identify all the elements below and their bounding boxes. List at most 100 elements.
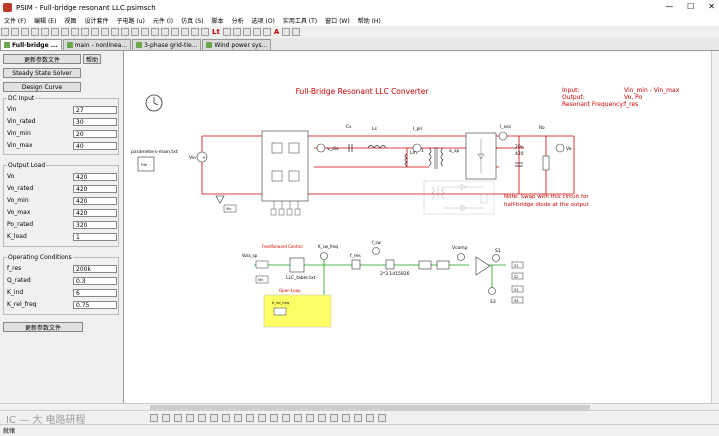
mosfet-icon[interactable] — [222, 414, 230, 422]
param-field-vo-max[interactable]: 420 — [73, 208, 117, 217]
param-field-k-rel-freq[interactable]: 0.75 — [73, 300, 117, 309]
s1-meter[interactable]: S1 — [492, 248, 501, 262]
library-icon[interactable] — [201, 28, 209, 36]
resistor-icon[interactable] — [162, 414, 170, 422]
vin-probe-bottom[interactable]: Vin — [215, 195, 237, 213]
output-rectifier[interactable] — [465, 132, 497, 180]
param-field-vin-rated[interactable]: 30 — [73, 117, 117, 126]
modulator-blocks[interactable] — [385, 259, 450, 270]
stop-icon[interactable] — [242, 28, 251, 36]
switch-controller-icon[interactable] — [306, 414, 314, 422]
dc-source-icon[interactable] — [258, 414, 266, 422]
run-icon[interactable] — [222, 28, 231, 36]
label-icon[interactable] — [161, 28, 169, 36]
pause-icon[interactable] — [232, 28, 241, 36]
gate-output-labels[interactable]: S1 S2 S3 S4 — [511, 261, 524, 304]
zoom-fit-icon[interactable] — [121, 28, 129, 36]
update-param-file-button[interactable]: 更新参数文件 — [3, 54, 81, 64]
maximize-button[interactable]: ☐ — [687, 2, 694, 11]
fsw-meter[interactable]: f_sw — [372, 240, 381, 255]
rotate-icon[interactable] — [171, 28, 179, 36]
label-element-icon[interactable] — [366, 414, 374, 422]
text-button[interactable]: A — [274, 28, 279, 36]
zoom-in-icon[interactable] — [101, 28, 109, 36]
diode-icon[interactable] — [198, 414, 206, 422]
help-icon[interactable] — [292, 28, 301, 36]
menu-options[interactable]: 选项 (O) — [252, 16, 275, 25]
menu-help[interactable]: 帮助 (H) — [358, 16, 381, 25]
open-loop-block[interactable]: Open-Loop K_rel_freq — [263, 288, 332, 328]
inductor-icon[interactable] — [174, 414, 182, 422]
copy-icon[interactable] — [51, 28, 59, 36]
vertical-scrollbar[interactable] — [711, 51, 719, 403]
schematic-canvas[interactable]: Full-Bridge Resonant LLC Converter Input… — [124, 51, 719, 403]
voltmeter-icon[interactable] — [282, 414, 290, 422]
param-field-q-rated[interactable]: 0.3 — [73, 276, 117, 285]
tab-wind-power[interactable]: Wind power sys... — [202, 39, 272, 50]
param-field-vo-rated[interactable]: 420 — [73, 184, 117, 193]
flip-icon[interactable] — [181, 28, 189, 36]
simview-icon[interactable] — [252, 28, 261, 36]
vin-source[interactable]: + Vin — [189, 151, 208, 163]
menu-design-suite[interactable]: 设计套件 — [84, 16, 108, 25]
s3-meter[interactable]: S3 — [488, 287, 496, 306]
param-field-k-load[interactable]: 1 — [73, 232, 117, 241]
design-curve-button[interactable]: Design Curve — [3, 82, 81, 92]
param-field-vin-min[interactable]: 20 — [73, 129, 117, 138]
output-capacitor[interactable]: 20u 420 — [515, 144, 524, 167]
f-res-multiplier[interactable]: f_res — [350, 253, 361, 270]
multiplier-icon[interactable] — [342, 414, 350, 422]
ac-source-icon[interactable] — [270, 414, 278, 422]
pointer-icon[interactable] — [91, 28, 99, 36]
ground-icon[interactable] — [150, 414, 158, 422]
vdiv-meter[interactable]: v_div — [316, 143, 339, 153]
minimize-button[interactable]: — — [665, 2, 673, 11]
zoom-out-icon[interactable] — [111, 28, 119, 36]
parameter-file-element[interactable]: parameters-main.txt File — [131, 149, 178, 172]
param-field-po-rated[interactable]: 320 — [73, 220, 117, 229]
open-file-icon[interactable] — [11, 28, 19, 36]
isec-meter[interactable]: I_sec — [498, 124, 512, 141]
menu-edit[interactable]: 编辑 (E) — [34, 16, 56, 25]
menu-view[interactable]: 视图 — [64, 16, 76, 25]
cut-icon[interactable] — [41, 28, 49, 36]
new-file-icon[interactable] — [1, 28, 9, 36]
wire-icon[interactable] — [151, 28, 159, 36]
print-icon[interactable] — [31, 28, 39, 36]
image-icon[interactable] — [282, 28, 291, 36]
paste-icon[interactable] — [61, 28, 69, 36]
ls-inductor[interactable]: Ls — [367, 126, 387, 149]
vo-meter[interactable]: Vo — [555, 143, 572, 153]
summer-icon[interactable] — [330, 414, 338, 422]
transformer[interactable]: 1 a_sp — [421, 147, 459, 169]
full-bridge-switches[interactable] — [261, 130, 309, 202]
lt-button[interactable]: Lt — [212, 28, 220, 36]
undo-icon[interactable] — [71, 28, 79, 36]
menu-window[interactable]: 窗口 (W) — [325, 16, 350, 25]
tab-3-phase-grid[interactable]: 3-phase grid-tie... — [132, 39, 202, 50]
tab-full-bridge[interactable]: Full-bridge ... — [0, 39, 62, 50]
transformer-icon[interactable] — [246, 414, 254, 422]
ammeter-icon[interactable] — [294, 414, 302, 422]
tab-main-nonlinear[interactable]: main - nonlinea... — [62, 39, 132, 50]
menu-subcircuit[interactable]: 子电路 (u) — [116, 16, 144, 25]
motor-icon[interactable] — [378, 414, 386, 422]
vcomp-meter[interactable]: Vcomp — [452, 245, 468, 261]
vo-asp-input[interactable]: Vo/a_sp Vin — [242, 253, 269, 284]
redo-icon[interactable] — [81, 28, 89, 36]
menu-analysis[interactable]: 分析 — [232, 16, 244, 25]
menu-file[interactable]: 文件 (F) — [4, 16, 26, 25]
zoom-area-icon[interactable] — [131, 28, 139, 36]
param-field-vin[interactable]: 27 — [73, 105, 117, 114]
save-icon[interactable] — [21, 28, 29, 36]
output-resistor[interactable]: Ro — [539, 125, 550, 171]
capacitor-icon[interactable] — [186, 414, 194, 422]
menu-elements[interactable]: 元件 (l) — [153, 16, 173, 25]
param-field-k-ind[interactable]: 6 — [73, 288, 117, 297]
pi-controller-icon[interactable] — [354, 414, 362, 422]
menu-utilities[interactable]: 实用工具 (T) — [283, 16, 317, 25]
thyristor-icon[interactable] — [210, 414, 218, 422]
menu-simulate[interactable]: 仿真 (S) — [181, 16, 203, 25]
help-button[interactable]: 帮助 — [83, 54, 101, 64]
ksw-freq-meter[interactable]: K_sw_freq — [318, 244, 338, 260]
